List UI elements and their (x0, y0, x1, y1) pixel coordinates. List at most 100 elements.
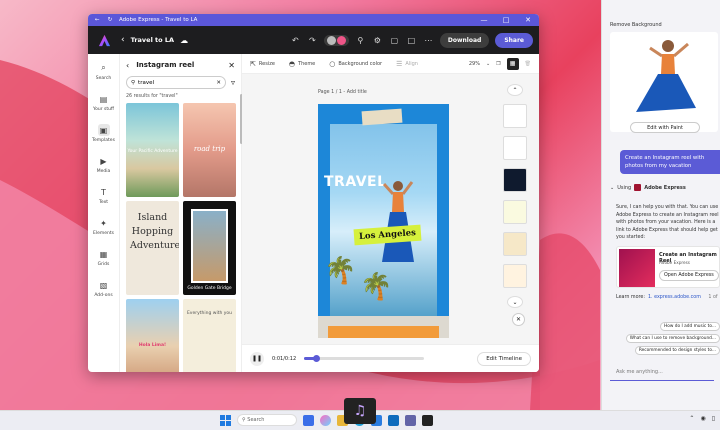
chevron-up-icon[interactable]: ⌃ (689, 415, 694, 422)
back-arrow-icon[interactable]: ← (93, 16, 101, 24)
thumb-caption: Golden Gate Bridge (187, 286, 232, 291)
scene-thumb[interactable] (503, 232, 527, 256)
scroll-down-icon[interactable]: ⌄ (507, 296, 523, 308)
person-photo (382, 181, 414, 262)
task-view-icon[interactable] (303, 414, 314, 426)
chevron-icon[interactable]: ⌄ (610, 185, 614, 191)
close-button[interactable]: ✕ (517, 16, 539, 24)
share-button[interactable]: Share (495, 32, 533, 48)
close-strip-icon[interactable]: ✕ (512, 313, 525, 326)
comment-icon[interactable]: ▢ (389, 35, 400, 46)
close-icon[interactable]: ✕ (228, 61, 235, 70)
suggestion-chip[interactable]: What can I use to remove background... (625, 334, 720, 343)
filter-icon[interactable]: ▿ (231, 78, 235, 87)
template-thumb[interactable]: Your Pacific Adventure (126, 103, 179, 197)
teams-icon[interactable] (405, 414, 416, 426)
copy-icon[interactable]: ❐ (496, 61, 500, 67)
layers-icon[interactable]: ▦ (506, 57, 519, 70)
download-button[interactable]: Download (439, 32, 490, 48)
add-collaborator-icon[interactable] (326, 35, 336, 45)
rail-item-templates[interactable]: ▣ Templates (88, 124, 119, 155)
rail-item-media[interactable]: ▶ Media (88, 155, 119, 186)
wifi-icon[interactable]: ◉ (700, 415, 705, 422)
suggestion-chip[interactable]: How do I add music to... (660, 322, 720, 331)
rail-item-elements[interactable]: ✦ Elements (88, 217, 119, 248)
windows-start-icon[interactable] (220, 414, 231, 426)
back-chevron-icon[interactable]: ‹ (121, 35, 125, 45)
learn-link[interactable]: 1. express.adobe.com (648, 295, 701, 300)
template-thumb[interactable]: Hola Lima! (126, 299, 179, 372)
card-subtitle: Adobe Express (659, 260, 690, 265)
location-pin-icon[interactable]: ⚲ (355, 35, 366, 46)
cloud-sync-icon: ☁ (180, 35, 189, 45)
user-message: Create an Instagram reel with photos fro… (620, 150, 720, 174)
redo-icon[interactable]: ↷ (307, 35, 318, 46)
scene-thumb[interactable] (503, 104, 527, 128)
canvas-toolbar: ⇱ Resize ◓ Theme ○ Background color ☰ Align … (242, 54, 539, 74)
adobe-express-taskbar-icon[interactable] (422, 414, 433, 426)
scroll-up-icon[interactable]: ⌃ (507, 84, 523, 96)
maximize-button[interactable]: □ (495, 16, 517, 24)
timeline-track[interactable] (304, 355, 425, 362)
timecode: 0:01/0:12 (272, 355, 297, 362)
edit-timeline-button[interactable]: Edit Timeline (477, 351, 531, 366)
search-input[interactable] (138, 79, 217, 86)
pause-icon[interactable]: ❚❚ (250, 351, 264, 366)
edit-with-paint-button[interactable]: Edit with Paint (630, 122, 700, 133)
canvas-area: ⇱ Resize ◓ Theme ○ Background color ☰ Align … (242, 54, 539, 372)
rail-item-your-stuff[interactable]: ▤ Your stuff (88, 93, 119, 124)
battery-icon[interactable]: ▯ (712, 415, 715, 422)
align-button[interactable]: ☰ Align (396, 60, 418, 68)
ask-input[interactable]: Ask me anything... (616, 369, 663, 375)
taskbar-search[interactable]: ⚲ Search (237, 414, 297, 426)
scene-thumb[interactable] (503, 168, 527, 192)
search-icon: ⚲ (131, 79, 136, 86)
clear-icon[interactable]: ✕ (216, 80, 221, 86)
gear-icon[interactable]: ⚙ (372, 35, 383, 46)
scene-thumb[interactable] (503, 200, 527, 224)
add-ons-icon: ▧ (99, 280, 108, 290)
theme-button[interactable]: ◓ Theme (289, 60, 315, 68)
learn-more: Learn more: 1. express.adobe.com 1 of (616, 295, 718, 300)
zoom-level[interactable]: 29% (469, 61, 480, 67)
document-title[interactable]: Travel to LA (131, 36, 174, 44)
trash-icon[interactable]: 🗑 (525, 61, 531, 67)
template-thumb[interactable]: Golden Gate Bridge (183, 201, 236, 295)
refresh-icon[interactable]: ↻ (106, 16, 114, 24)
chevron-down-icon[interactable]: ⌄ (486, 61, 490, 67)
header-actions: ↶ ↷ ⚲ ⚙ ▢ □ ⋯ Download Share (290, 32, 533, 48)
collaborators[interactable] (323, 34, 349, 46)
resize-button[interactable]: ⇱ Resize (250, 60, 275, 68)
rail-item-grids[interactable]: ▦ Grids (88, 248, 119, 279)
music-app-icon[interactable]: ♫ (344, 398, 376, 424)
scene-thumb[interactable] (503, 136, 527, 160)
remove-background-card: Edit with Paint (610, 32, 718, 133)
rail-item-search[interactable]: ⌕ Search (88, 62, 119, 93)
minimize-button[interactable]: — (473, 16, 495, 24)
chevron-left-icon[interactable]: ‹ (126, 61, 129, 70)
template-thumb[interactable]: road trip (183, 103, 236, 197)
templates-panel: ‹ Instagram reel ✕ ⚲ ✕ ▿ 26 results for … (120, 54, 243, 372)
outlook-icon[interactable] (388, 414, 399, 426)
undo-icon[interactable]: ↶ (290, 35, 301, 46)
input-underline (610, 380, 714, 381)
grid-icon: ▦ (99, 249, 108, 259)
timeline-scrubber[interactable] (313, 355, 321, 362)
adobe-express-card[interactable]: Create an Instagram Reel Adobe Express O… (616, 246, 720, 288)
template-thumb[interactable]: Everything with you (183, 299, 236, 372)
open-adobe-express-button[interactable]: Open Adobe Express (659, 270, 719, 281)
adobe-express-logo-icon[interactable] (98, 34, 111, 47)
artboard[interactable]: TRAVEL Los Angeles 🌴 🌴 (318, 104, 449, 338)
align-label: Align (405, 60, 418, 67)
rail-item-text[interactable]: T Text (88, 186, 119, 217)
chat-icon[interactable]: □ (406, 35, 417, 46)
scene-thumb[interactable] (503, 264, 527, 288)
page-label[interactable]: Page 1 / 1 - Add title (318, 90, 367, 95)
suggestion-chip[interactable]: Recommended to design styles to... (634, 346, 720, 355)
template-thumb[interactable]: Island Hopping Adventures (126, 201, 179, 295)
copilot-icon[interactable] (320, 414, 331, 426)
background-color-button[interactable]: ○ Background color (329, 60, 382, 68)
orange-strip-graphic (328, 326, 439, 338)
more-icon[interactable]: ⋯ (423, 35, 434, 46)
rail-item-add-ons[interactable]: ▧ Add-ons (88, 279, 119, 310)
